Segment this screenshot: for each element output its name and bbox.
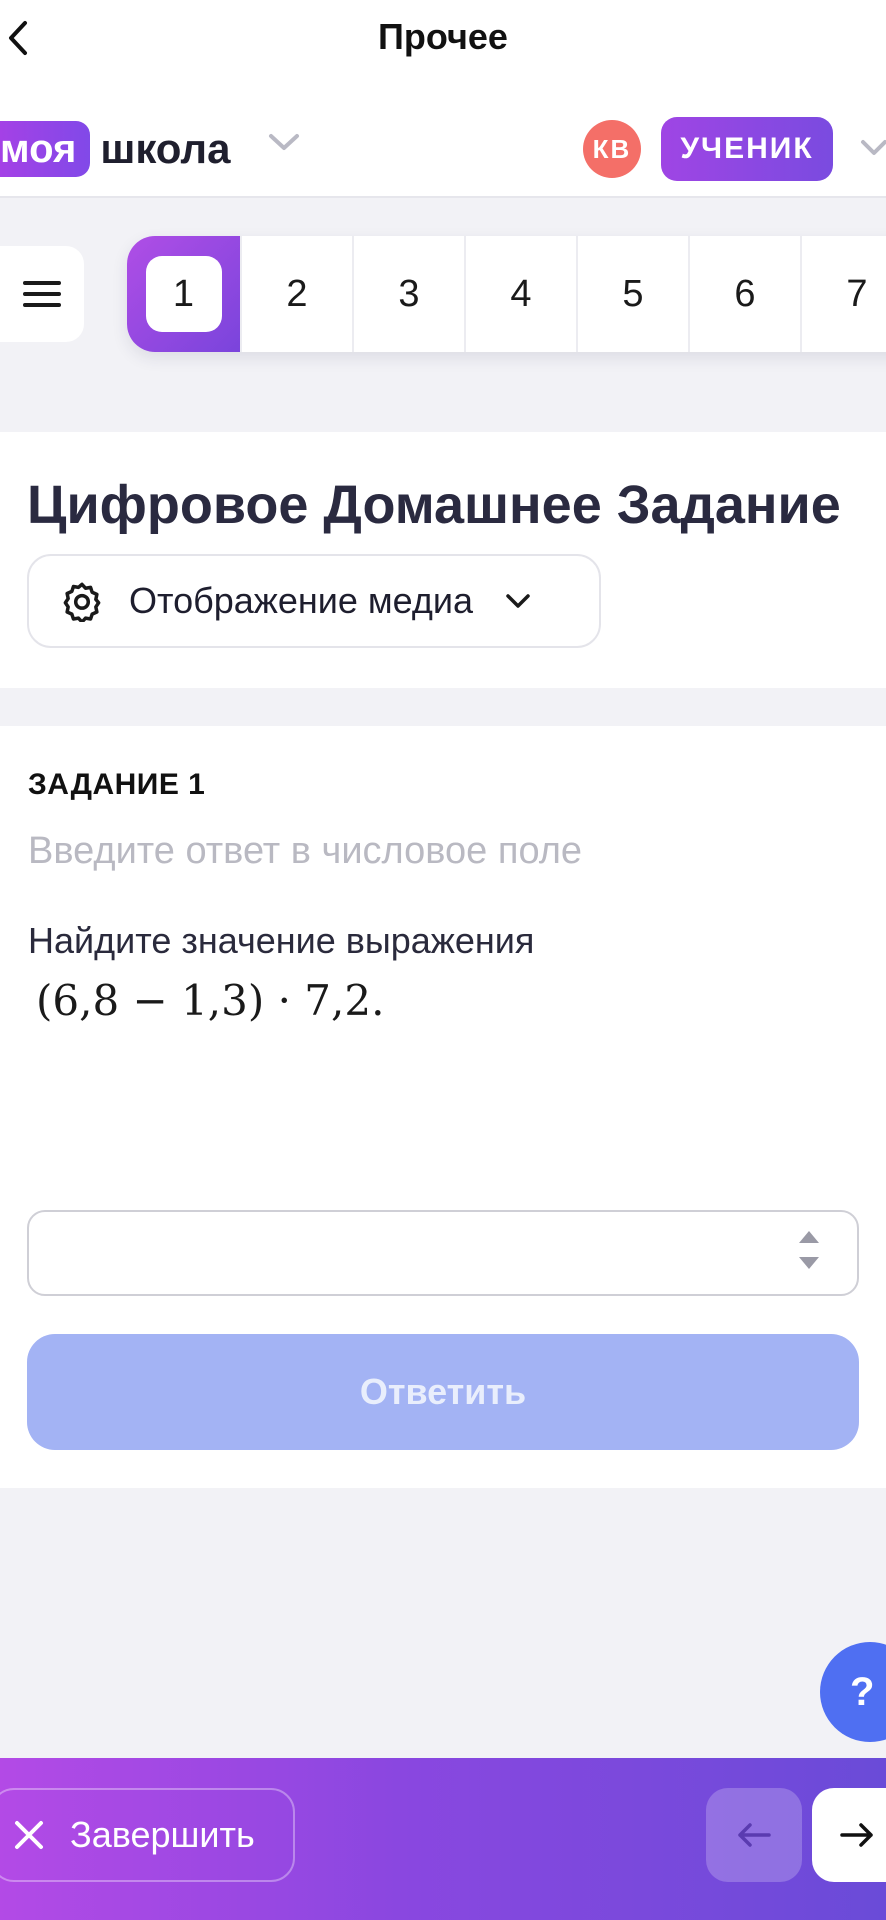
chevron-down-icon[interactable] <box>860 138 886 158</box>
task-tab-label: 7 <box>846 272 868 315</box>
menu-button[interactable] <box>0 246 84 342</box>
previous-task-button[interactable] <box>706 1788 802 1882</box>
arrow-right-icon <box>840 1823 873 1847</box>
task-question: Найдите значение выражения <box>28 920 535 961</box>
chevron-down-icon[interactable] <box>268 132 300 152</box>
task-tab-label: 6 <box>734 272 756 315</box>
logo-badge: моя <box>0 121 91 177</box>
page-title: Цифровое Домашнее Задание <box>27 475 841 535</box>
task-tab-4[interactable]: 4 <box>464 236 576 352</box>
task-hint: Введите ответ в числовое поле <box>28 830 583 872</box>
task-tab-1[interactable]: 1 <box>127 236 240 352</box>
arrow-up-icon[interactable] <box>798 1230 820 1244</box>
avatar[interactable]: КВ <box>583 120 641 178</box>
task-tab-label: 3 <box>398 272 420 315</box>
task-tab-3[interactable]: 3 <box>352 236 464 352</box>
title-card: Цифровое Домашнее Задание Отображение ме… <box>0 432 886 688</box>
task-expression: (6,8 − 1,3) · 7,2. <box>36 976 385 1025</box>
task-tabs: 1 2 3 4 5 6 7 <box>127 236 886 352</box>
school-logo[interactable]: моя школа <box>0 120 230 178</box>
task-tab-7[interactable]: 7 <box>800 236 886 352</box>
next-task-button[interactable] <box>812 1788 886 1882</box>
arrow-down-icon[interactable] <box>798 1256 820 1270</box>
finish-button[interactable]: Завершить <box>0 1788 295 1882</box>
bottom-bar: Завершить <box>0 1758 886 1920</box>
submit-answer-button[interactable]: Ответить <box>27 1334 859 1450</box>
role-badge[interactable]: УЧЕНИК <box>661 117 833 181</box>
arrow-left-icon <box>738 1823 771 1847</box>
media-display-dropdown[interactable]: Отображение медиа <box>27 554 601 648</box>
chevron-down-icon <box>506 594 530 608</box>
media-display-label: Отображение медиа <box>129 580 474 621</box>
gear-icon <box>63 582 101 622</box>
help-button[interactable]: ? <box>820 1642 886 1742</box>
task-tab-label: 4 <box>510 272 532 315</box>
screen-title: Прочее <box>378 16 508 57</box>
task-tab-6[interactable]: 6 <box>688 236 800 352</box>
logo-text: школа <box>100 125 231 172</box>
task-number: ЗАДАНИЕ 1 <box>28 768 206 801</box>
close-icon <box>15 1821 43 1849</box>
task-card: ЗАДАНИЕ 1 Введите ответ в числовое поле … <box>0 726 886 1488</box>
number-stepper[interactable] <box>798 1230 820 1270</box>
task-tab-label: 2 <box>286 272 308 315</box>
task-tab-2[interactable]: 2 <box>240 236 352 352</box>
task-tab-label: 1 <box>145 256 222 332</box>
finish-label: Завершить <box>70 1814 255 1855</box>
top-bar: Прочее <box>0 0 886 76</box>
answer-input[interactable] <box>27 1210 859 1296</box>
app-header: моя школа КВ УЧЕНИК <box>0 76 886 198</box>
task-tab-label: 5 <box>622 272 644 315</box>
task-tab-5[interactable]: 5 <box>576 236 688 352</box>
hamburger-icon <box>23 281 61 307</box>
